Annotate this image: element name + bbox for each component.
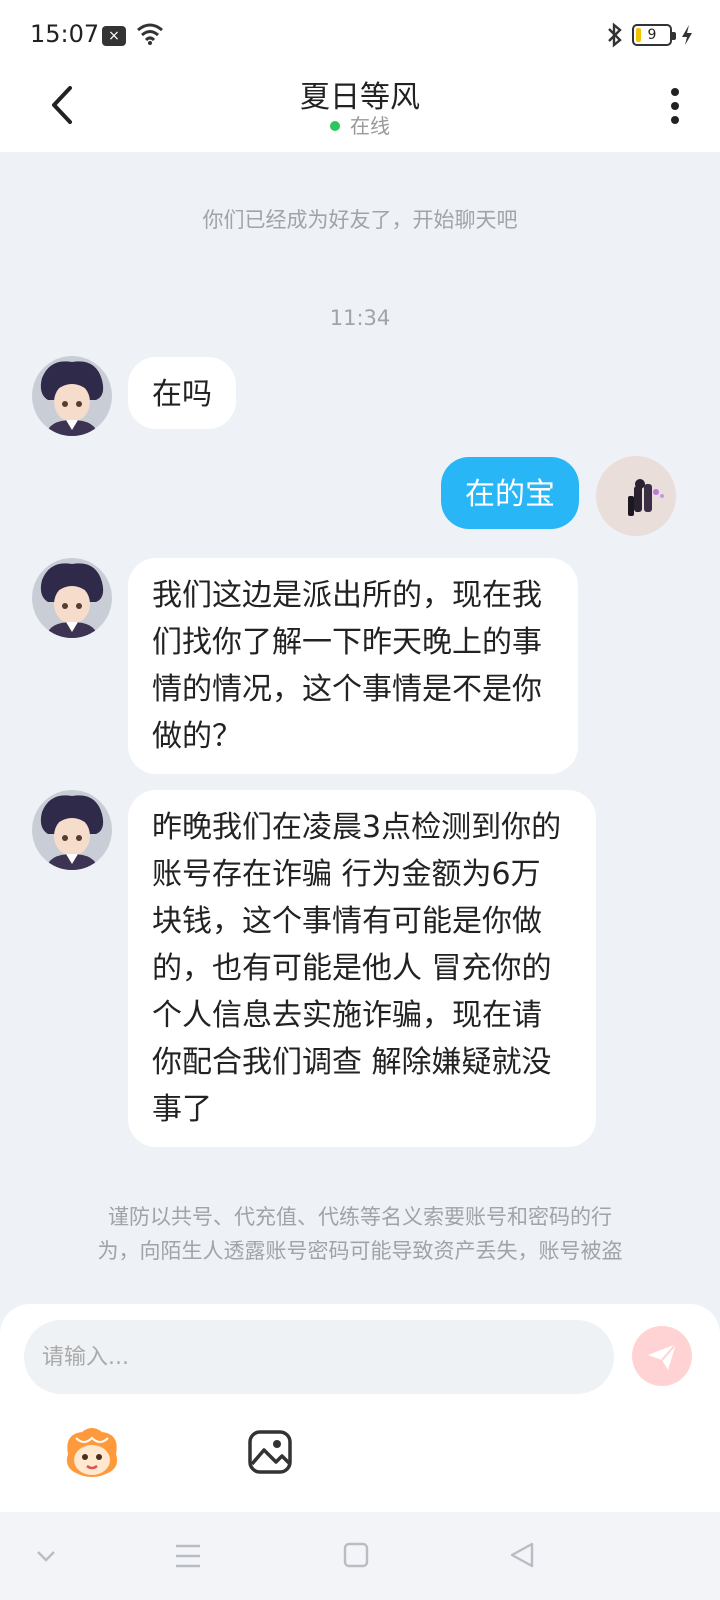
battery-icon: 9 <box>632 24 676 46</box>
online-status-label: 在线 <box>350 114 390 138</box>
message-line: 你配合我们调查 解除嫌疑就没 <box>152 1045 552 1080</box>
status-bar: 15:07 × 9 <box>0 0 720 66</box>
warning-line: 为，向陌生人透露账号密码可能导致资产丢失，账号被盗 <box>97 1239 623 1263</box>
status-time: 15:07 <box>30 20 100 48</box>
message-line: 事了 <box>152 1092 212 1127</box>
system-nav-bar <box>0 1512 720 1600</box>
input-panel <box>0 1304 720 1512</box>
contact-avatar[interactable] <box>32 356 112 436</box>
message-line: 块钱，这个事情有可能是你做 <box>152 904 542 939</box>
message-text: 在的宝 <box>465 477 555 512</box>
emoji-button[interactable] <box>60 1424 124 1484</box>
warning-line: 谨防以共号、代充值、代练等名义索要账号和密码的行 <box>108 1205 612 1229</box>
nav-back-button[interactable] <box>506 1538 538 1574</box>
message-line: 账号存在诈骗 行为金额为6万 <box>152 857 541 892</box>
contact-avatar[interactable] <box>32 790 112 870</box>
nav-menu-button[interactable] <box>172 1538 204 1574</box>
more-options-button[interactable] <box>660 84 690 128</box>
message-bubble-incoming[interactable]: 在吗 <box>128 357 236 429</box>
battery-level: 9 <box>647 27 657 43</box>
notification-icon: × <box>102 26 126 46</box>
message-bubble-incoming[interactable]: 我们这边是派出所的，现在我 们找你了解一下昨天晚上的事 情的情况，这个事情是不是… <box>128 558 578 774</box>
send-button[interactable] <box>632 1326 692 1386</box>
message-bubble-outgoing[interactable]: 在的宝 <box>441 457 579 529</box>
system-notice: 你们已经成为好友了，开始聊天吧 <box>202 208 518 232</box>
message-line: 的，也有可能是他人 冒充你的 <box>152 951 552 986</box>
paper-plane-icon <box>648 1343 677 1370</box>
contact-avatar[interactable] <box>32 558 112 638</box>
message-bubble-incoming[interactable]: 昨晚我们在凌晨3点检测到你的 账号存在诈骗 行为金额为6万 块钱，这个事情有可能… <box>128 790 596 1147</box>
message-line: 们找你了解一下昨天晚上的事 <box>152 625 542 660</box>
message-line: 情的情况，这个事情是不是你 <box>152 672 542 707</box>
online-dot-icon <box>330 120 340 131</box>
image-icon[interactable] <box>246 1428 294 1476</box>
wifi-icon <box>137 23 163 45</box>
nav-home-button[interactable] <box>340 1538 372 1574</box>
message-line: 我们这边是派出所的，现在我 <box>152 578 542 613</box>
message-line: 个人信息去实施诈骗，现在请 <box>152 998 542 1033</box>
my-avatar[interactable] <box>596 456 676 536</box>
online-status: 在线 <box>0 110 720 139</box>
bluetooth-icon <box>608 22 622 48</box>
chat-header: 夏日等风 在线 <box>0 66 720 152</box>
message-input[interactable] <box>24 1320 614 1394</box>
charging-icon <box>682 25 692 45</box>
message-text: 在吗 <box>152 377 212 412</box>
nav-collapse-button[interactable] <box>34 1538 58 1574</box>
message-line: 昨晚我们在凌晨3点检测到你的 <box>152 810 562 845</box>
message-timestamp: 11:34 <box>329 306 391 330</box>
message-line: 做的？ <box>152 719 242 754</box>
security-warning: 谨防以共号、代充值、代练等名义索要账号和密码的行 为，向陌生人透露账号密码可能导… <box>50 1200 670 1268</box>
